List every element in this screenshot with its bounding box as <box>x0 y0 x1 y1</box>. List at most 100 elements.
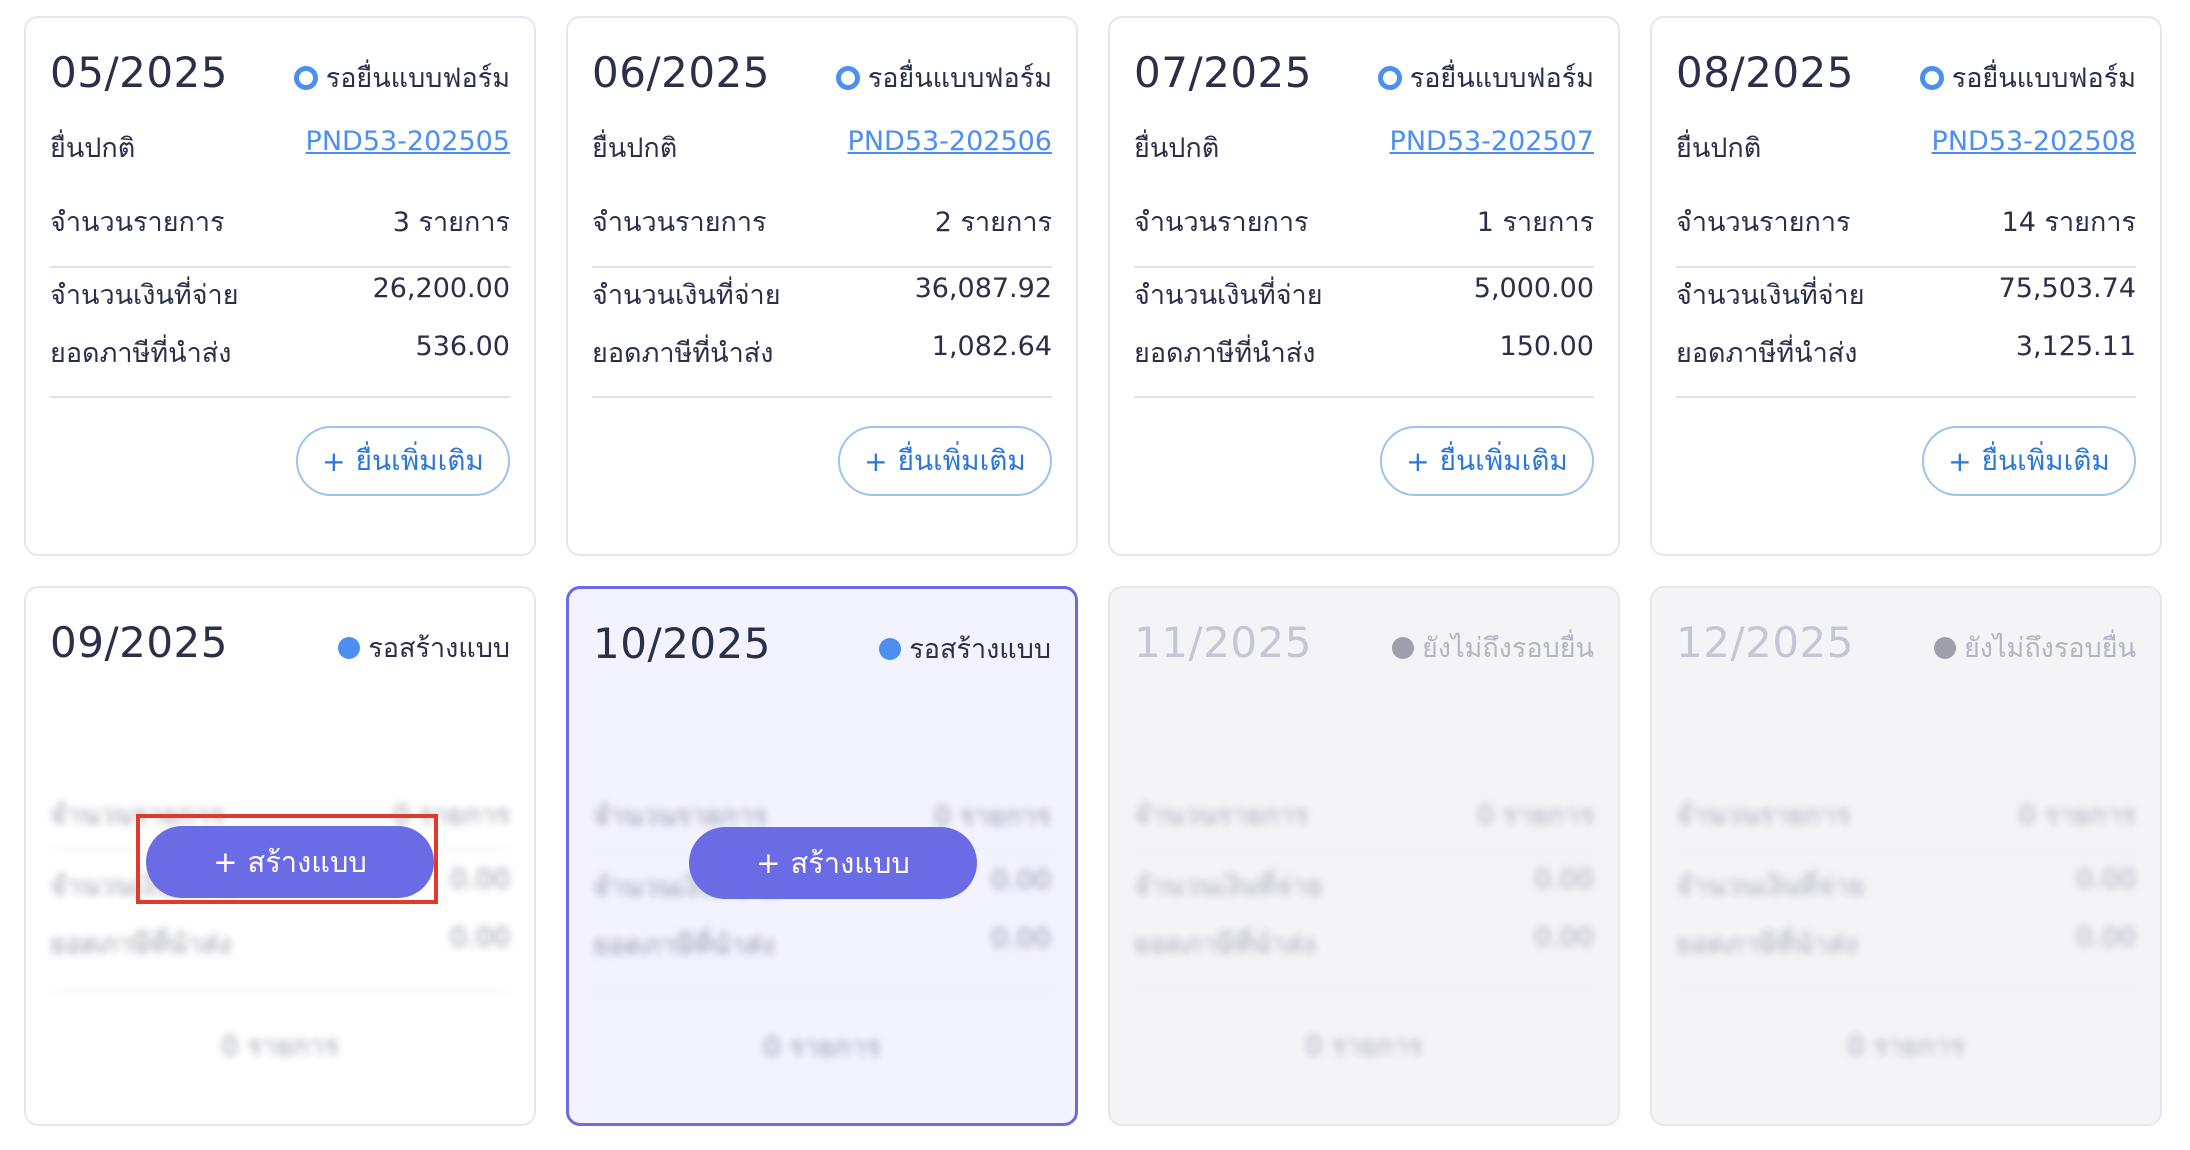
status-ring-icon <box>1919 65 1944 90</box>
divider <box>592 266 1052 268</box>
footer-count-text: 0 รายการ <box>221 1031 339 1062</box>
status-badge: รอยื่นแบบฟอร์ม <box>1919 56 2136 99</box>
period-card-09-2025[interactable]: 09/2025 รอสร้างแบบ จำนวนรายการ 0 รายการ … <box>24 586 536 1126</box>
add-more-label: ยื่นเพิ่มเติม <box>1439 444 1568 477</box>
status-badge: รอยื่นแบบฟอร์ม <box>293 56 510 99</box>
tax-label: ยอดภาษีที่นำส่ง <box>50 338 232 369</box>
footer-count-text: 0 รายการ <box>1305 1031 1423 1062</box>
period-title: 08/2025 <box>1676 48 1854 97</box>
footer-count: 0 รายการ <box>593 1025 1051 1068</box>
tax-value: 0.00 <box>449 922 510 953</box>
plus-icon: + <box>322 444 346 478</box>
count-row: จำนวนรายการ 0 รายการ <box>1134 793 1594 836</box>
tax-label: ยอดภาษีที่นำส่ง <box>592 338 774 369</box>
paid-value: 75,503.74 <box>1998 273 2136 304</box>
add-more-label: ยื่นเพิ่มเติม <box>355 444 484 477</box>
divider <box>1676 396 2136 398</box>
count-value: 0 รายการ <box>2018 800 2136 831</box>
tax-row: ยอดภาษีที่นำส่ง 3,125.11 <box>1676 331 2136 374</box>
paid-row: จำนวนเงินที่จ่าย 75,503.74 <box>1676 273 2136 316</box>
footer-count: 0 รายการ <box>50 1024 510 1067</box>
add-more-button[interactable]: + ยื่นเพิ่มเติม <box>1922 426 2136 496</box>
count-value: 14 รายการ <box>2001 207 2136 238</box>
status-badge: รอยื่นแบบฟอร์ม <box>835 56 1052 99</box>
divider <box>593 989 1051 991</box>
document-link[interactable]: PND53-202507 <box>1390 126 1594 157</box>
paid-value: 26,200.00 <box>372 273 510 304</box>
count-value: 0 รายการ <box>1476 800 1594 831</box>
footer-count-text: 0 รายการ <box>1847 1031 1965 1062</box>
count-row: จำนวนรายการ 14 รายการ <box>1676 200 2136 243</box>
status-text: รอยื่นแบบฟอร์ม <box>325 63 510 94</box>
tax-label: ยอดภาษีที่นำส่ง <box>1134 929 1316 960</box>
paid-value: 0.00 <box>2075 864 2136 895</box>
tax-row: ยอดภาษีที่นำส่ง 0.00 <box>593 923 1051 966</box>
add-more-label: ยื่นเพิ่มเติม <box>897 444 1026 477</box>
divider <box>1676 988 2136 990</box>
status-text: รอยื่นแบบฟอร์ม <box>1409 63 1594 94</box>
period-title: 05/2025 <box>50 48 228 97</box>
paid-value: 0.00 <box>1533 864 1594 895</box>
paid-label: จำนวนเงินที่จ่าย <box>1676 871 1865 902</box>
count-row: จำนวนรายการ 2 รายการ <box>592 200 1052 243</box>
placeholder-summary: จำนวนรายการ 0 รายการ จำนวนเงินที่จ่าย 0.… <box>1110 588 1618 1124</box>
count-row: จำนวนรายการ 3 รายการ <box>50 200 510 243</box>
period-title: 06/2025 <box>592 48 770 97</box>
period-title: 07/2025 <box>1134 48 1312 97</box>
paid-label: จำนวนเงินที่จ่าย <box>50 280 239 311</box>
paid-value: 0.00 <box>449 864 510 895</box>
count-label: จำนวนรายการ <box>1134 800 1309 831</box>
create-form-button[interactable]: + สร้างแบบ <box>689 827 977 899</box>
plus-icon: + <box>756 846 781 880</box>
count-row: จำนวนรายการ 1 รายการ <box>1134 200 1594 243</box>
tax-label: ยอดภาษีที่นำส่ง <box>50 929 232 960</box>
filing-type: ยื่นปกติ <box>1676 133 1762 164</box>
status-ring-icon <box>293 65 318 90</box>
filing-type: ยื่นปกติ <box>50 133 136 164</box>
tax-label: ยอดภาษีที่นำส่ง <box>1676 338 1858 369</box>
add-more-button[interactable]: + ยื่นเพิ่มเติม <box>296 426 510 496</box>
count-label: จำนวนรายการ <box>1134 207 1309 238</box>
tax-row: ยอดภาษีที่นำส่ง 0.00 <box>50 922 510 965</box>
add-more-button[interactable]: + ยื่นเพิ่มเติม <box>838 426 1052 496</box>
paid-value: 36,087.92 <box>914 273 1052 304</box>
period-card-07-2025[interactable]: 07/2025 รอยื่นแบบฟอร์ม ยื่นปกติ PND53-20… <box>1108 16 1620 556</box>
paid-label: จำนวนเงินที่จ่าย <box>1134 871 1323 902</box>
period-card-12-2025: 12/2025 ยังไม่ถึงรอบยื่น จำนวนรายการ 0 ร… <box>1650 586 2162 1126</box>
paid-label: จำนวนเงินที่จ่าย <box>1134 280 1323 311</box>
filing-type: ยื่นปกติ <box>592 133 678 164</box>
tax-row: ยอดภาษีที่นำส่ง 0.00 <box>1676 922 2136 965</box>
filing-grid: 05/2025 รอยื่นแบบฟอร์ม ยื่นปกติ PND53-20… <box>24 16 2162 1126</box>
period-card-05-2025[interactable]: 05/2025 รอยื่นแบบฟอร์ม ยื่นปกติ PND53-20… <box>24 16 536 556</box>
period-card-10-2025[interactable]: 10/2025 รอสร้างแบบ จำนวนรายการ 0 รายการ … <box>566 586 1078 1126</box>
count-value: 1 รายการ <box>1476 207 1594 238</box>
period-card-11-2025: 11/2025 ยังไม่ถึงรอบยื่น จำนวนรายการ 0 ร… <box>1108 586 1620 1126</box>
divider <box>1134 850 1594 852</box>
count-label: จำนวนรายการ <box>50 207 225 238</box>
count-row: จำนวนรายการ 0 รายการ <box>1676 793 2136 836</box>
divider <box>1134 396 1594 398</box>
tax-label: ยอดภาษีที่นำส่ง <box>593 930 775 961</box>
add-more-label: ยื่นเพิ่มเติม <box>1981 444 2110 477</box>
divider <box>1676 266 2136 268</box>
document-link[interactable]: PND53-202505 <box>306 126 510 157</box>
tax-value: 0.00 <box>990 923 1051 954</box>
divider <box>592 396 1052 398</box>
footer-count: 0 รายการ <box>1134 1024 1594 1067</box>
paid-value: 5,000.00 <box>1473 273 1594 304</box>
period-card-06-2025[interactable]: 06/2025 รอยื่นแบบฟอร์ม ยื่นปกติ PND53-20… <box>566 16 1078 556</box>
paid-row: จำนวนเงินที่จ่าย 5,000.00 <box>1134 273 1594 316</box>
add-more-button[interactable]: + ยื่นเพิ่มเติม <box>1380 426 1594 496</box>
count-label: จำนวนรายการ <box>1676 207 1851 238</box>
paid-row: จำนวนเงินที่จ่าย 26,200.00 <box>50 273 510 316</box>
document-link[interactable]: PND53-202506 <box>848 126 1052 157</box>
count-value: 2 รายการ <box>934 207 1052 238</box>
tax-value: 0.00 <box>1533 922 1594 953</box>
paid-label: จำนวนเงินที่จ่าย <box>592 280 781 311</box>
document-link[interactable]: PND53-202508 <box>1932 126 2136 157</box>
status-ring-icon <box>835 65 860 90</box>
paid-row: จำนวนเงินที่จ่าย 0.00 <box>1134 864 1594 907</box>
period-card-08-2025[interactable]: 08/2025 รอยื่นแบบฟอร์ม ยื่นปกติ PND53-20… <box>1650 16 2162 556</box>
footer-count: 0 รายการ <box>1676 1024 2136 1067</box>
tax-row: ยอดภาษีที่นำส่ง 1,082.64 <box>592 331 1052 374</box>
